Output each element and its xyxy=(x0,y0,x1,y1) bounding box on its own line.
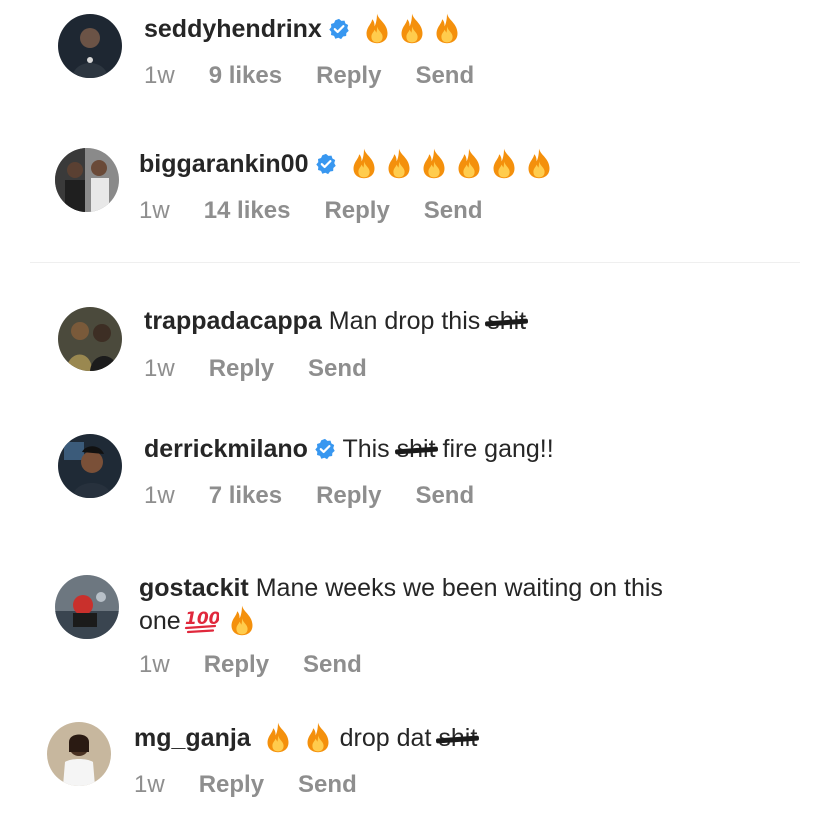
comment-text-line: mg_ganja drop dat shit xyxy=(134,721,477,753)
comment-text-line: trappadacappa Man drop this shit xyxy=(144,306,526,336)
comment-meta: 1w 7 likes Reply Send xyxy=(144,482,508,510)
divider xyxy=(30,262,800,263)
send-button[interactable]: Send xyxy=(303,651,362,678)
comment-meta: 1w Reply Send xyxy=(134,771,391,799)
comment-meta: 1w Reply Send xyxy=(139,651,396,679)
comment-text: Mane weeks we been waiting on this xyxy=(255,574,663,602)
comment-time: 1w xyxy=(139,651,170,678)
fire-emoji-icon xyxy=(489,147,519,179)
comment-text-line: derrickmilano This shit fire gang!! xyxy=(144,434,554,464)
comment-text: This xyxy=(342,435,390,463)
comment-text-line: biggarankin00 xyxy=(139,147,554,179)
comment-time: 1w xyxy=(144,62,175,89)
like-count[interactable]: 9 likes xyxy=(209,62,282,89)
comment-text-line-2: one 100 xyxy=(139,604,257,636)
fire-emoji-icon xyxy=(524,147,554,179)
fire-emoji-icon xyxy=(384,147,414,179)
avatar[interactable] xyxy=(58,14,122,78)
like-count[interactable]: 14 likes xyxy=(204,197,291,224)
username-link[interactable]: trappadacappa xyxy=(144,307,322,335)
username-link[interactable]: mg_ganja xyxy=(134,724,251,752)
like-count[interactable]: 7 likes xyxy=(209,482,282,509)
username-link[interactable]: biggarankin00 xyxy=(139,150,309,178)
comment-meta: 1w 9 likes Reply Send xyxy=(144,62,508,90)
avatar[interactable] xyxy=(58,307,122,371)
avatar[interactable] xyxy=(58,434,122,498)
fire-emoji-icon xyxy=(432,12,462,44)
username-link[interactable]: gostackit xyxy=(139,574,249,602)
verified-badge-icon xyxy=(315,153,337,175)
avatar[interactable] xyxy=(55,575,119,639)
censored-word: shit xyxy=(396,435,436,463)
fire-emoji-icon xyxy=(349,147,379,179)
avatar[interactable] xyxy=(47,722,111,786)
censored-word: shit xyxy=(487,307,527,335)
avatar[interactable] xyxy=(55,148,119,212)
comment-text: one xyxy=(139,607,181,635)
fire-emoji-icon xyxy=(263,721,293,753)
comment-meta: 1w 14 likes Reply Send xyxy=(139,197,516,225)
reply-button[interactable]: Reply xyxy=(316,62,381,89)
comment-meta: 1w Reply Send xyxy=(144,355,401,383)
reply-button[interactable]: Reply xyxy=(199,771,264,798)
reply-button[interactable]: Reply xyxy=(209,355,274,382)
send-button[interactable]: Send xyxy=(424,197,483,224)
fire-emoji-icon xyxy=(397,12,427,44)
send-button[interactable]: Send xyxy=(308,355,367,382)
fire-emoji-icon xyxy=(362,12,392,44)
comment-time: 1w xyxy=(139,197,170,224)
fire-emoji-icon xyxy=(419,147,449,179)
comment-text-line: gostackit Mane weeks we been waiting on … xyxy=(139,573,663,603)
fire-emoji-icon xyxy=(227,604,257,636)
comment-time: 1w xyxy=(144,482,175,509)
reply-button[interactable]: Reply xyxy=(204,651,269,678)
comment-text-line: seddyhendrinx xyxy=(144,12,462,44)
comment-text: drop dat xyxy=(339,724,432,752)
verified-badge-icon xyxy=(314,438,336,460)
verified-badge-icon xyxy=(328,18,350,40)
send-button[interactable]: Send xyxy=(298,771,357,798)
username-link[interactable]: derrickmilano xyxy=(144,435,308,463)
send-button[interactable]: Send xyxy=(415,482,474,509)
username-link[interactable]: seddyhendrinx xyxy=(144,15,322,43)
comment-text: fire gang!! xyxy=(442,435,554,463)
hundred-points-icon: 100 xyxy=(183,607,219,635)
censored-word: shit xyxy=(438,724,478,752)
comment-text: Man drop this xyxy=(328,307,481,335)
fire-emoji-icon xyxy=(454,147,484,179)
reply-button[interactable]: Reply xyxy=(316,482,381,509)
send-button[interactable]: Send xyxy=(415,62,474,89)
reply-button[interactable]: Reply xyxy=(324,197,389,224)
comment-time: 1w xyxy=(134,771,165,798)
fire-emoji-icon xyxy=(303,721,333,753)
comment-time: 1w xyxy=(144,355,175,382)
